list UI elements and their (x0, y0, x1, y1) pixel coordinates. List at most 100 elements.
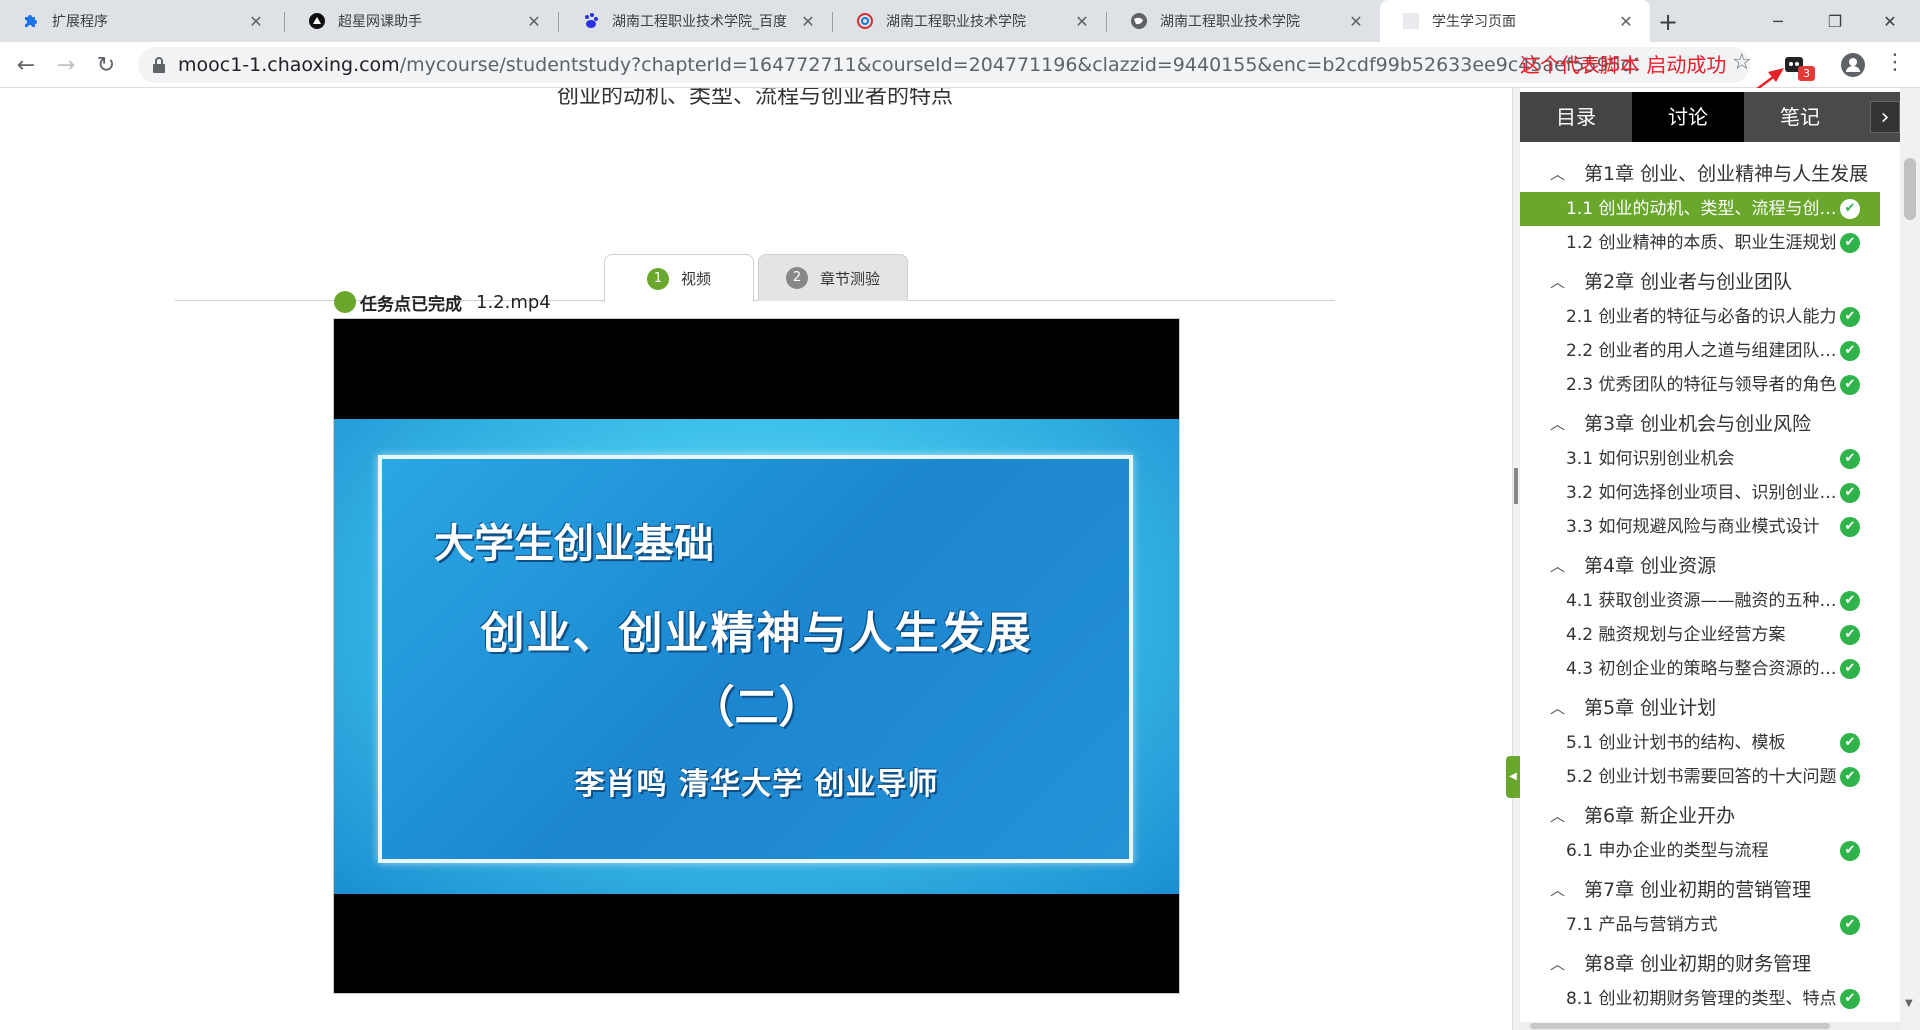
bookmark-star-icon[interactable]: ☆ (1732, 50, 1752, 75)
chapter-header[interactable]: ︿ 第1章 创业、创业精神与人生发展 (1520, 156, 1880, 192)
check-icon: ✔ (1840, 517, 1860, 537)
browser-tab-baidu[interactable]: 湖南工程职业技术学院_百度 ✕ (560, 0, 832, 42)
browser-tab-extensions[interactable]: 扩展程序 ✕ (0, 0, 280, 42)
panel-divider[interactable] (1512, 88, 1520, 1030)
horizontal-scrollbar-thumb[interactable] (1530, 1023, 1830, 1029)
browser-tab-school-2[interactable]: 湖南工程职业技术学院 ✕ (1108, 0, 1380, 42)
section-item[interactable]: 3.3 如何规避风险与商业模式设计 ✔ (1520, 510, 1880, 544)
chevron-up-icon[interactable]: ︿ (1550, 690, 1565, 726)
sidebar-tabs: 目录 讨论 笔记 › (1520, 92, 1900, 142)
chevron-up-icon[interactable]: ︿ (1550, 798, 1565, 834)
tab-video[interactable]: 1 视频 (604, 254, 754, 302)
close-tab-icon[interactable]: ✕ (798, 12, 818, 31)
check-icon: ✔ (1840, 659, 1860, 679)
scroll-down-arrow-icon[interactable]: ▼ (1905, 998, 1913, 1009)
chapter-header[interactable]: ︿ 第6章 新企业开办 (1520, 798, 1880, 834)
sidebar-scrollbar[interactable]: ▲ ▼ (1900, 88, 1920, 1030)
url-host: mooc1-1.chaoxing.com (178, 54, 400, 76)
url-text[interactable]: mooc1-1.chaoxing.com/mycourse/studentstu… (178, 47, 1638, 83)
minimize-button[interactable]: ─ (1748, 0, 1808, 42)
blank-page-icon (1402, 12, 1420, 30)
section-item[interactable]: 2.2 创业者的用人之道与组建团队的策略 ✔ (1520, 334, 1880, 368)
chapter-title: 创业的动机、类型、流程与创业者的特点 (556, 88, 953, 109)
section-item[interactable]: 3.2 如何选择创业项目、识别创业风险 ✔ (1520, 476, 1880, 510)
reload-button[interactable]: ↻ (90, 49, 122, 81)
close-tab-icon[interactable]: ✕ (1616, 12, 1636, 31)
profile-avatar-icon[interactable] (1840, 52, 1866, 78)
task-complete-label: 任务点已完成 (360, 294, 462, 315)
sidebar-horizontal-scrollbar[interactable] (1520, 1022, 1900, 1030)
section-item[interactable]: 1.2 创业精神的本质、职业生涯规划 ✔ (1520, 226, 1880, 260)
browser-tab-title: 湖南工程职业技术学院 (886, 14, 1026, 30)
sidebar-tab-catalog[interactable]: 目录 (1520, 92, 1632, 142)
task-status: 任务点已完成 1.2.mp4 (334, 288, 551, 316)
chevron-up-icon[interactable]: ︿ (1550, 264, 1565, 300)
chapter-header[interactable]: ︿ 第7章 创业初期的营销管理 (1520, 872, 1880, 908)
sidebar-tabs-more-button[interactable]: › (1870, 101, 1900, 133)
section-item[interactable]: 8.1 创业初期财务管理的类型、特点 ✔ (1520, 982, 1880, 1016)
section-item[interactable]: 5.2 创业计划书需要回答的十大问题 ✔ (1520, 760, 1880, 794)
section-item[interactable]: 6.1 申办企业的类型与流程 ✔ (1520, 834, 1880, 868)
check-icon: ✔ (1840, 591, 1860, 611)
close-tab-icon[interactable]: ✕ (1072, 12, 1092, 31)
browser-tab-title: 扩展程序 (52, 14, 108, 30)
video-player[interactable]: 大学生创业基础 创业、创业精神与人生发展 （二） 李肖鸣 清华大学 创业导师 (333, 318, 1180, 994)
chapter-header[interactable]: ︿ 第5章 创业计划 (1520, 690, 1880, 726)
divider-grip[interactable] (1514, 468, 1518, 504)
section-item[interactable]: 3.1 如何识别创业机会 ✔ (1520, 442, 1880, 476)
check-icon: ✔ (1840, 375, 1860, 395)
check-icon: ✔ (1840, 915, 1860, 935)
section-item[interactable]: 2.1 创业者的特征与必备的识人能力 ✔ (1520, 300, 1880, 334)
section-item[interactable]: 4.1 获取创业资源——融资的五种方式 ✔ (1520, 584, 1880, 618)
tab-label: 视频 (680, 270, 711, 288)
address-bar[interactable]: mooc1-1.chaoxing.com/mycourse/studentstu… (138, 47, 1750, 83)
new-tab-button[interactable]: + (1652, 6, 1684, 38)
chevron-up-icon[interactable]: ︿ (1550, 872, 1565, 908)
browser-menu-icon[interactable]: ⋮ (1884, 50, 1906, 75)
section-item[interactable]: 4.3 初创企业的策略与整合资源的技巧 ✔ (1520, 652, 1880, 686)
course-content: 创业的动机、类型、流程与创业者的特点 1 视频 2 章节测验 任务点已完成 1.… (0, 88, 1510, 1030)
slide-lecturer: 李肖鸣 清华大学 创业导师 (574, 767, 939, 802)
browser-tab-study-page[interactable]: 学生学习页面 ✕ (1380, 0, 1650, 42)
tab-separator (558, 12, 559, 32)
tab-separator (1106, 12, 1107, 32)
forward-button[interactable]: → (50, 49, 82, 81)
sidebar-tab-notes[interactable]: 笔记 (1744, 92, 1856, 142)
browser-tab-title: 湖南工程职业技术学院_百度 (612, 14, 787, 30)
chapter-header[interactable]: ︿ 第4章 创业资源 (1520, 548, 1880, 584)
section-item-current[interactable]: 1.1 创业的动机、类型、流程与创业者的特点✔ (1520, 192, 1880, 226)
collapse-panel-button[interactable]: ◀ (1506, 756, 1520, 798)
video-filename: 1.2.mp4 (476, 291, 551, 313)
section-item[interactable]: 5.1 创业计划书的结构、模板 ✔ (1520, 726, 1880, 760)
chapter-header[interactable]: ︿ 第2章 创业者与创业团队 (1520, 264, 1880, 300)
video-frame: 大学生创业基础 创业、创业精神与人生发展 （二） 李肖鸣 清华大学 创业导师 (334, 419, 1179, 894)
chevron-up-icon[interactable]: ︿ (1550, 406, 1565, 442)
chevron-up-icon[interactable]: ︿ (1550, 156, 1565, 192)
sidebar-tab-discussion[interactable]: 讨论 (1632, 92, 1744, 142)
section-item[interactable]: 7.1 产品与营销方式 ✔ (1520, 908, 1880, 942)
chaoxing-icon (856, 12, 874, 30)
tab-chapter-quiz[interactable]: 2 章节测验 (758, 254, 908, 301)
check-icon: ✔ (1840, 341, 1860, 361)
check-icon: ✔ (1840, 483, 1860, 503)
browser-tab-helper[interactable]: 超星网课助手 ✕ (286, 0, 558, 42)
close-tab-icon[interactable]: ✕ (1346, 12, 1366, 31)
chevron-up-icon[interactable]: ︿ (1550, 548, 1565, 584)
back-button[interactable]: ← (10, 49, 42, 81)
close-tab-icon[interactable]: ✕ (246, 12, 266, 31)
section-item[interactable]: 2.3 优秀团队的特征与领导者的角色 ✔ (1520, 368, 1880, 402)
check-icon: ✔ (1840, 199, 1860, 219)
close-tab-icon[interactable]: ✕ (524, 12, 544, 31)
browser-tab-school-1[interactable]: 湖南工程职业技术学院 ✕ (834, 0, 1106, 42)
lock-icon[interactable] (152, 56, 166, 74)
section-item[interactable]: 4.2 融资规划与企业经营方案 ✔ (1520, 618, 1880, 652)
close-window-button[interactable]: ✕ (1860, 0, 1920, 42)
scrollbar-thumb[interactable] (1904, 158, 1916, 220)
chevron-up-icon[interactable]: ︿ (1550, 946, 1565, 982)
browser-tab-title: 学生学习页面 (1432, 14, 1516, 30)
maximize-button[interactable]: ❐ (1805, 0, 1865, 42)
chapter-header[interactable]: ︿ 第8章 创业初期的财务管理 (1520, 946, 1880, 982)
chapter-header[interactable]: ︿ 第3章 创业机会与创业风险 (1520, 406, 1880, 442)
slide-course-title: 大学生创业基础 (434, 520, 714, 567)
script-started-annotation: 这个代表脚本 启动成功 (1520, 53, 1727, 77)
